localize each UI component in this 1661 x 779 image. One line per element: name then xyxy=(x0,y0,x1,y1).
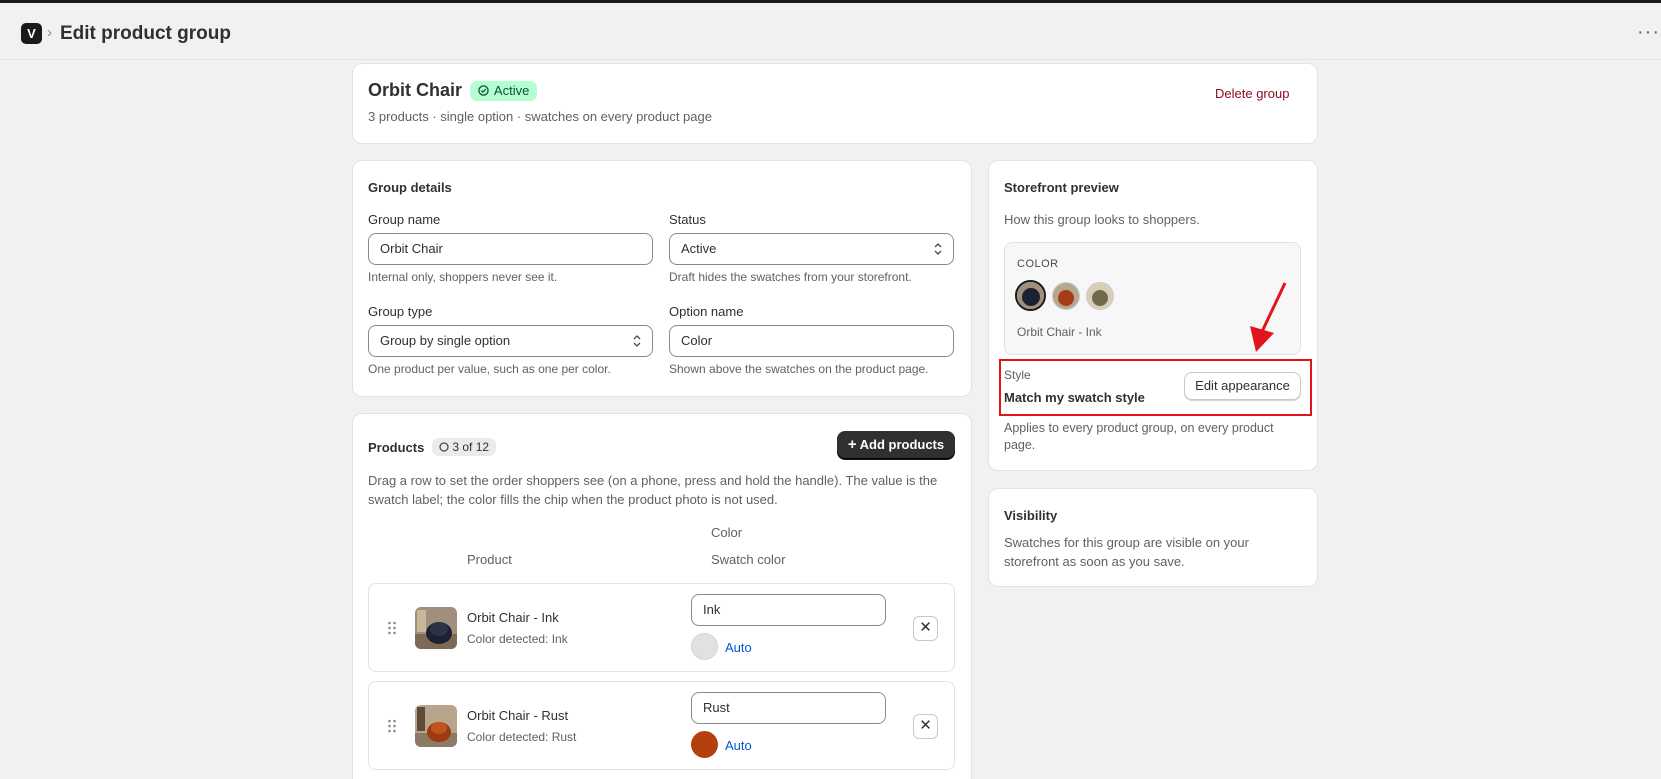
ink-chair-image xyxy=(415,607,457,649)
add-products-button[interactable]: + Add products xyxy=(837,431,955,459)
remove-product-button[interactable]: ✕ xyxy=(913,616,938,641)
product-thumbnail xyxy=(415,705,457,747)
summary-subtitle: 3 products · single option · swatches on… xyxy=(368,109,712,124)
status-help: Draft hides the swatches from your store… xyxy=(669,270,912,284)
swatch-mode-link[interactable]: Auto xyxy=(725,640,752,655)
ink-swatch-image xyxy=(1017,282,1044,309)
column-header-option: Color xyxy=(711,525,743,540)
visibility-title: Visibility xyxy=(1004,508,1058,523)
add-products-label: Add products xyxy=(859,437,945,452)
products-count-label: 3 of 12 xyxy=(452,440,490,454)
close-icon: ✕ xyxy=(919,717,932,734)
top-bar: V › Edit product group ··· xyxy=(0,0,1661,60)
delete-group-button[interactable]: Delete group xyxy=(1215,86,1289,101)
swatch-mode-link[interactable]: Auto xyxy=(725,738,752,753)
product-detected: Color detected: Ink xyxy=(467,632,568,646)
group-type-select-value: Group by single option xyxy=(380,333,511,348)
preview-option-label: COLOR xyxy=(1017,258,1059,270)
status-select-value: Active xyxy=(681,241,717,256)
preview-swatch-third[interactable] xyxy=(1086,282,1114,310)
summary-card: Orbit Chair Active 3 products · single o… xyxy=(352,63,1318,144)
annotation-highlight-box xyxy=(999,359,1312,416)
storefront-preview-title: Storefront preview xyxy=(1004,180,1119,195)
breadcrumb-separator-icon: › xyxy=(47,24,52,41)
product-row[interactable]: Orbit Chair - Ink Color detected: Ink In… xyxy=(368,583,955,672)
product-name: Orbit Chair - Ink xyxy=(467,610,559,625)
applies-note: Applies to every product group, on every… xyxy=(1004,421,1274,452)
products-card: Products 3 of 12 + Add products Drag a ro… xyxy=(352,413,972,779)
more-actions-icon[interactable]: ··· xyxy=(1637,21,1660,44)
product-name: Orbit Chair - Rust xyxy=(467,708,569,723)
visibility-card: Visibility Swatches for this group are v… xyxy=(988,488,1318,587)
select-chevron-icon xyxy=(633,335,641,347)
page-title: Edit product group xyxy=(60,23,231,44)
group-details-card: Group details Group name Orbit Chair Int… xyxy=(352,160,972,397)
preview-swatch-rust[interactable] xyxy=(1052,282,1080,310)
products-title: Products xyxy=(368,439,425,455)
group-type-label: Group type xyxy=(368,304,433,319)
group-type-select[interactable]: Group by single option xyxy=(368,325,653,357)
storefront-preview-description: How this group looks to shoppers. xyxy=(1004,212,1200,227)
option-name-label: Option name xyxy=(669,304,744,319)
option-name-input[interactable]: Color xyxy=(669,325,954,357)
remove-product-button[interactable]: ✕ xyxy=(913,714,938,739)
status-select[interactable]: Active xyxy=(669,233,954,265)
column-header-swatch: Swatch color xyxy=(711,552,786,567)
app-logo[interactable]: V xyxy=(21,23,42,44)
drag-handle-icon[interactable] xyxy=(387,718,397,734)
status-label: Status xyxy=(669,212,706,227)
group-name-heading: Orbit Chair xyxy=(368,80,463,100)
column-header-product: Product xyxy=(467,552,512,567)
swatch-color-chip[interactable] xyxy=(691,731,718,758)
plus-icon: + xyxy=(847,436,857,453)
status-badge-label: Active xyxy=(493,82,530,98)
status-badge: Active xyxy=(470,80,538,101)
close-icon: ✕ xyxy=(919,619,932,636)
rust-chair-image xyxy=(415,705,457,747)
group-name-label: Group name xyxy=(368,212,441,227)
preview-swatch-ink[interactable] xyxy=(1015,280,1046,311)
swatch-color-chip[interactable] xyxy=(691,633,718,660)
visibility-description: Swatches for this group are visible on y… xyxy=(1004,535,1249,569)
group-name-input[interactable]: Orbit Chair xyxy=(368,233,653,265)
rust-swatch-image xyxy=(1053,283,1079,309)
group-type-help: One product per value, such as one per c… xyxy=(368,362,611,376)
swatch-value-input[interactable]: Ink xyxy=(691,594,886,626)
group-name-help: Internal only, shoppers never see it. xyxy=(368,270,558,284)
product-detected: Color detected: Rust xyxy=(467,730,577,744)
products-description: Drag a row to set the order shoppers see… xyxy=(368,473,938,507)
select-chevron-icon xyxy=(934,243,942,255)
product-thumbnail xyxy=(415,607,457,649)
products-count-badge: 3 of 12 xyxy=(432,438,497,456)
swatch-value-input[interactable]: Rust xyxy=(691,692,886,724)
group-details-title: Group details xyxy=(368,180,452,195)
drag-handle-icon[interactable] xyxy=(387,620,397,636)
product-row[interactable]: Orbit Chair - Rust Color detected: Rust … xyxy=(368,681,955,770)
preview-selected-label: Orbit Chair - Ink xyxy=(1017,325,1102,339)
annotation-arrow-icon xyxy=(1250,282,1287,352)
circle-icon xyxy=(439,442,449,452)
option-name-help: Shown above the swatches on the product … xyxy=(669,362,929,376)
check-circle-icon xyxy=(478,84,489,96)
olive-swatch-image xyxy=(1087,283,1113,309)
